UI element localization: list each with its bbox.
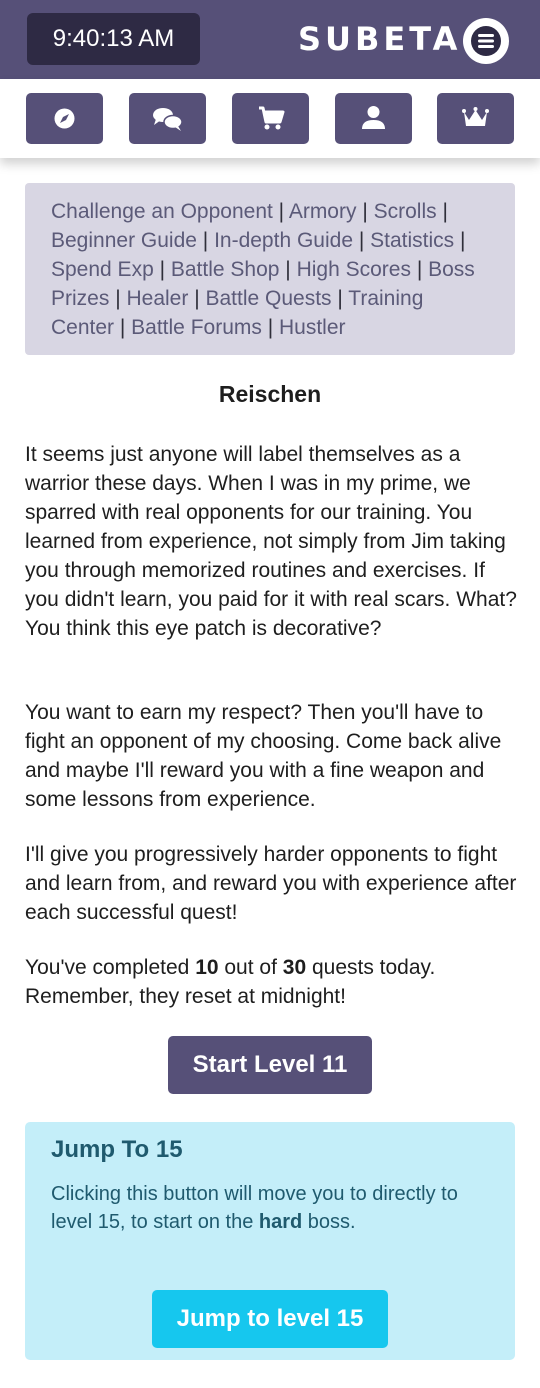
intro-paragraph: It seems just anyone will label themselv… (25, 443, 517, 640)
separator: | (353, 229, 371, 252)
progress-prefix: You've completed (25, 956, 196, 979)
top-bar: 9:40:13 AM SUBETA (0, 0, 540, 79)
link-spend-exp[interactable]: Spend Exp (51, 258, 154, 281)
clock: 9:40:13 AM (27, 13, 200, 65)
start-level-button[interactable]: Start Level 11 (168, 1036, 372, 1094)
jump-text-bold: hard (258, 1211, 303, 1233)
link-battle-quests[interactable]: Battle Quests (205, 287, 331, 310)
link-armory[interactable]: Armory (289, 200, 357, 223)
link-in-depth-guide[interactable]: In-depth Guide (214, 229, 353, 252)
separator: | (454, 229, 466, 252)
link-challenge-opponent[interactable]: Challenge an Opponent (51, 200, 273, 223)
jump-text-suffix: boss. (302, 1211, 356, 1233)
progress-middle: out of (218, 956, 283, 979)
quests-completed-count: 10 (195, 956, 219, 979)
hamburger-menu-icon (471, 26, 501, 56)
separator: | (261, 316, 279, 339)
separator: | (356, 200, 374, 223)
brand-logo[interactable]: SUBETA (298, 19, 461, 59)
jump-description: Clicking this button will move you to di… (51, 1180, 481, 1236)
battle-links-box: Challenge an Opponent | Armory | Scrolls… (25, 183, 515, 355)
separator: | (410, 258, 429, 281)
nav-shop-button[interactable] (232, 93, 309, 144)
link-hustler[interactable]: Hustler (279, 316, 346, 339)
jump-title: Jump To 15 (51, 1136, 183, 1163)
icon-nav-bar (0, 79, 540, 158)
compass-icon (54, 108, 75, 129)
link-beginner-guide[interactable]: Beginner Guide (51, 229, 197, 252)
separator: | (109, 287, 127, 310)
link-battle-forums[interactable]: Battle Forums (131, 316, 262, 339)
nav-forums-button[interactable] (129, 93, 206, 144)
crown-icon (462, 107, 489, 126)
separator: | (279, 258, 297, 281)
quests-total-count: 30 (282, 956, 307, 979)
nav-explore-button[interactable] (26, 93, 103, 144)
respect-paragraph: You want to earn my respect? Then you'll… (25, 701, 502, 811)
separator: | (436, 200, 448, 223)
link-high-scores[interactable]: High Scores (297, 258, 411, 281)
jump-box: Jump To 15 Clicking this button will mov… (25, 1122, 515, 1360)
user-icon (362, 106, 385, 129)
link-statistics[interactable]: Statistics (370, 229, 454, 252)
separator: | (114, 316, 132, 339)
jump-to-level-button[interactable]: Jump to level 15 (152, 1290, 388, 1348)
separator: | (331, 287, 349, 310)
shopping-cart-icon (259, 106, 285, 130)
link-battle-shop[interactable]: Battle Shop (171, 258, 280, 281)
reward-paragraph: I'll give you progressively harder oppon… (25, 843, 517, 924)
nav-profile-button[interactable] (335, 93, 412, 144)
chat-bubbles-icon (153, 108, 183, 131)
link-scrolls[interactable]: Scrolls (374, 200, 437, 223)
separator: | (272, 200, 289, 223)
page-title: Reischen (218, 381, 322, 407)
separator: | (188, 287, 206, 310)
nav-premium-button[interactable] (437, 93, 514, 144)
jump-text-prefix: Clicking this button will move you to di… (51, 1183, 458, 1233)
separator: | (153, 258, 171, 281)
quest-progress-text: You've completed 10 out of 30 quests tod… (25, 953, 520, 1011)
menu-button[interactable] (463, 18, 509, 64)
link-healer[interactable]: Healer (126, 287, 188, 310)
separator: | (196, 229, 215, 252)
